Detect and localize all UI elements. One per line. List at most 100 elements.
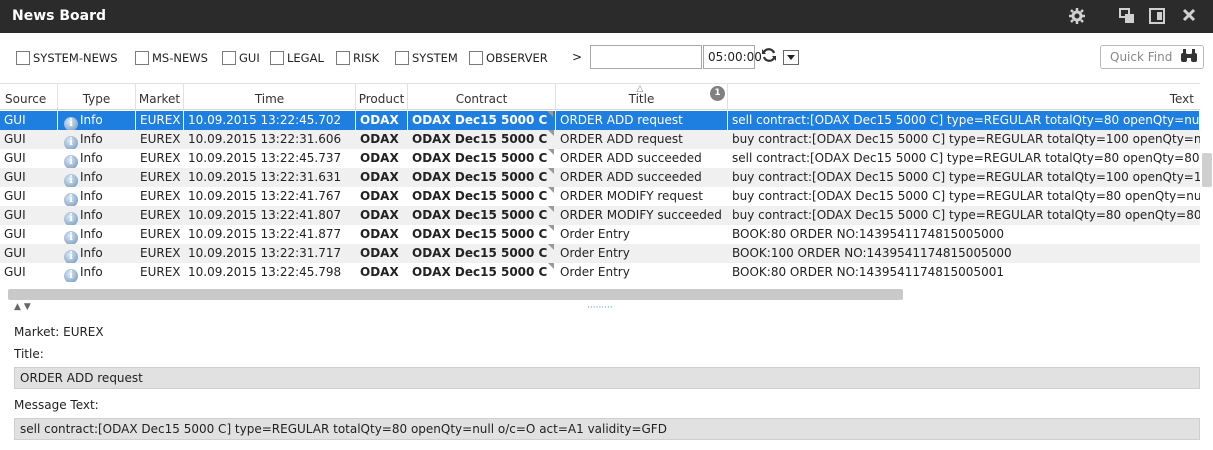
cell-product-text: ODAX	[360, 227, 399, 241]
date-input[interactable]	[590, 45, 702, 69]
info-icon: i	[64, 231, 78, 244]
cell-contract: ODAX Dec15 5000 C	[408, 225, 556, 244]
column-header-product[interactable]: Product	[356, 84, 408, 110]
checkbox[interactable]	[270, 51, 284, 65]
cell-contract: ODAX Dec15 5000 C	[408, 149, 556, 168]
table-row[interactable]: GUI i Info EUREX 10.09.2015 13:22:31.717 ODAX…	[0, 244, 1200, 263]
table-row[interactable]: GUI i Info EUREX 10.09.2015 13:22:45.737 ODAX…	[0, 149, 1200, 168]
checkbox[interactable]	[135, 51, 149, 65]
splitter-grip-icon[interactable]: ·········	[587, 303, 613, 313]
vertical-scrollbar-thumb[interactable]	[1202, 153, 1212, 187]
table-row[interactable]: GUI i Info EUREX 10.09.2015 13:22:45.798 ODAX…	[0, 263, 1200, 282]
cell-product: ODAX	[356, 187, 408, 206]
table-row[interactable]: GUI i Info EUREX 10.09.2015 13:22:41.877 ODAX…	[0, 225, 1200, 244]
cell-product: ODAX	[356, 111, 408, 130]
refresh-icon[interactable]	[759, 47, 779, 67]
cell-type: i Info	[58, 130, 136, 149]
comment-marker-icon	[548, 263, 554, 269]
column-header-contract[interactable]: Contract	[408, 84, 556, 110]
table-row[interactable]: GUI i Info EUREX 10.09.2015 13:22:31.606 ODAX…	[0, 130, 1200, 149]
horizontal-scrollbar-thumb[interactable]	[8, 289, 903, 300]
collapse-arrows-icon[interactable]: ▲▼	[14, 302, 34, 312]
cell-product: ODAX	[356, 244, 408, 263]
cell-text: buy contract:[ODAX Dec15 5000 C] type=RE…	[728, 168, 1200, 187]
cell-market-text: EUREX	[140, 132, 181, 146]
table-row[interactable]: GUI i Info EUREX 10.09.2015 13:22:41.767 ODAX…	[0, 187, 1200, 206]
cell-product-text: ODAX	[360, 189, 399, 203]
detail-title-label: Title:	[14, 347, 44, 361]
cell-type-text: Info	[80, 189, 103, 203]
cell-time: 10.09.2015 13:22:31.717	[184, 244, 356, 263]
cell-time: 10.09.2015 13:22:41.767	[184, 187, 356, 206]
vertical-scrollbar[interactable]	[1202, 83, 1213, 288]
checkbox[interactable]	[469, 51, 483, 65]
cell-market: EUREX	[136, 187, 184, 206]
column-header-market[interactable]: Market	[136, 84, 184, 110]
cell-title-text: Order Entry	[560, 227, 630, 241]
checkbox[interactable]	[395, 51, 409, 65]
column-header-source[interactable]: Source	[0, 84, 58, 110]
cell-contract-text: ODAX Dec15 5000 C	[412, 189, 548, 203]
cell-text-text: BOOK:80 ORDER NO:1439541174815005001	[732, 265, 1004, 279]
quick-find-input[interactable]: Quick Find	[1100, 45, 1204, 69]
restore-icon[interactable]	[1118, 8, 1136, 26]
filter-legal[interactable]: LEGAL	[270, 50, 324, 66]
cell-time-text: 10.09.2015 13:22:41.767	[188, 189, 342, 203]
checkbox[interactable]	[16, 51, 30, 65]
cell-product: ODAX	[356, 149, 408, 168]
cell-market: EUREX	[136, 111, 184, 130]
filter-label: SYSTEM-NEWS	[33, 51, 118, 65]
checkbox[interactable]	[222, 51, 236, 65]
info-icon: i	[64, 174, 78, 187]
binoculars-icon[interactable]	[1180, 48, 1198, 71]
cell-time-text: 10.09.2015 13:22:31.606	[188, 132, 342, 146]
column-header-time[interactable]: Time	[184, 84, 356, 110]
chevron-down-icon	[787, 55, 795, 60]
window-titlebar: News Board	[0, 0, 1213, 33]
cell-time: 10.09.2015 13:22:31.631	[184, 168, 356, 187]
cell-market: EUREX	[136, 206, 184, 225]
cell-product-text: ODAX	[360, 151, 399, 165]
table-row[interactable]: GUI i Info EUREX 10.09.2015 13:22:31.631 ODAX…	[0, 168, 1200, 187]
cell-market: EUREX	[136, 225, 184, 244]
filter-gui[interactable]: GUI	[222, 50, 260, 66]
comment-marker-icon	[548, 130, 554, 136]
table-row[interactable]: GUI i Info EUREX 10.09.2015 13:22:41.807 ODAX…	[0, 206, 1200, 225]
cell-contract-text: ODAX Dec15 5000 C	[412, 132, 548, 146]
filter-risk[interactable]: RISK	[336, 50, 379, 66]
table-row[interactable]: GUI i Info EUREX 10.09.2015 13:22:45.702 ODAX…	[0, 111, 1200, 130]
quick-find-placeholder: Quick Find	[1110, 50, 1173, 64]
comment-marker-icon	[548, 187, 554, 193]
detail-market: Market: EUREX	[14, 325, 104, 339]
cell-time: 10.09.2015 13:22:31.606	[184, 130, 356, 149]
cell-time: 10.09.2015 13:22:41.877	[184, 225, 356, 244]
filter-ms-news[interactable]: MS-NEWS	[135, 50, 208, 66]
close-icon[interactable]	[1180, 8, 1198, 26]
filter-observer[interactable]: OBSERVER	[469, 50, 548, 66]
column-header-text[interactable]: Text	[728, 84, 1200, 110]
cell-title: ORDER MODIFY succeeded	[556, 206, 728, 225]
cell-contract: ODAX Dec15 5000 C	[408, 187, 556, 206]
cell-contract: ODAX Dec15 5000 C	[408, 168, 556, 187]
gear-icon[interactable]	[1068, 8, 1086, 26]
cell-time: 10.09.2015 13:22:45.702	[184, 111, 356, 130]
sort-ascending-icon: △	[636, 84, 644, 94]
cell-title: ORDER ADD request	[556, 111, 728, 130]
cell-source: GUI	[0, 206, 58, 225]
refresh-dropdown[interactable]	[783, 50, 799, 65]
cell-product: ODAX	[356, 168, 408, 187]
column-header-type[interactable]: Type	[58, 84, 136, 110]
comment-marker-icon	[548, 225, 554, 231]
filter-system[interactable]: SYSTEM	[395, 50, 458, 66]
filter-label: RISK	[353, 51, 380, 65]
filter-label: OBSERVER	[486, 51, 548, 65]
time-input[interactable]: 05:00:00	[703, 45, 762, 69]
cell-title: ORDER ADD succeeded	[556, 149, 728, 168]
cell-text: BOOK:80 ORDER NO:1439541174815005000	[728, 225, 1200, 244]
panel-splitter[interactable]: ▲▼ ·········	[0, 302, 1213, 314]
popout-icon[interactable]	[1148, 8, 1166, 26]
checkbox[interactable]	[336, 51, 350, 65]
filter-system-news[interactable]: SYSTEM-NEWS	[16, 50, 118, 66]
cell-time: 10.09.2015 13:22:45.737	[184, 149, 356, 168]
column-header-title[interactable]: △ Title	[556, 84, 728, 110]
